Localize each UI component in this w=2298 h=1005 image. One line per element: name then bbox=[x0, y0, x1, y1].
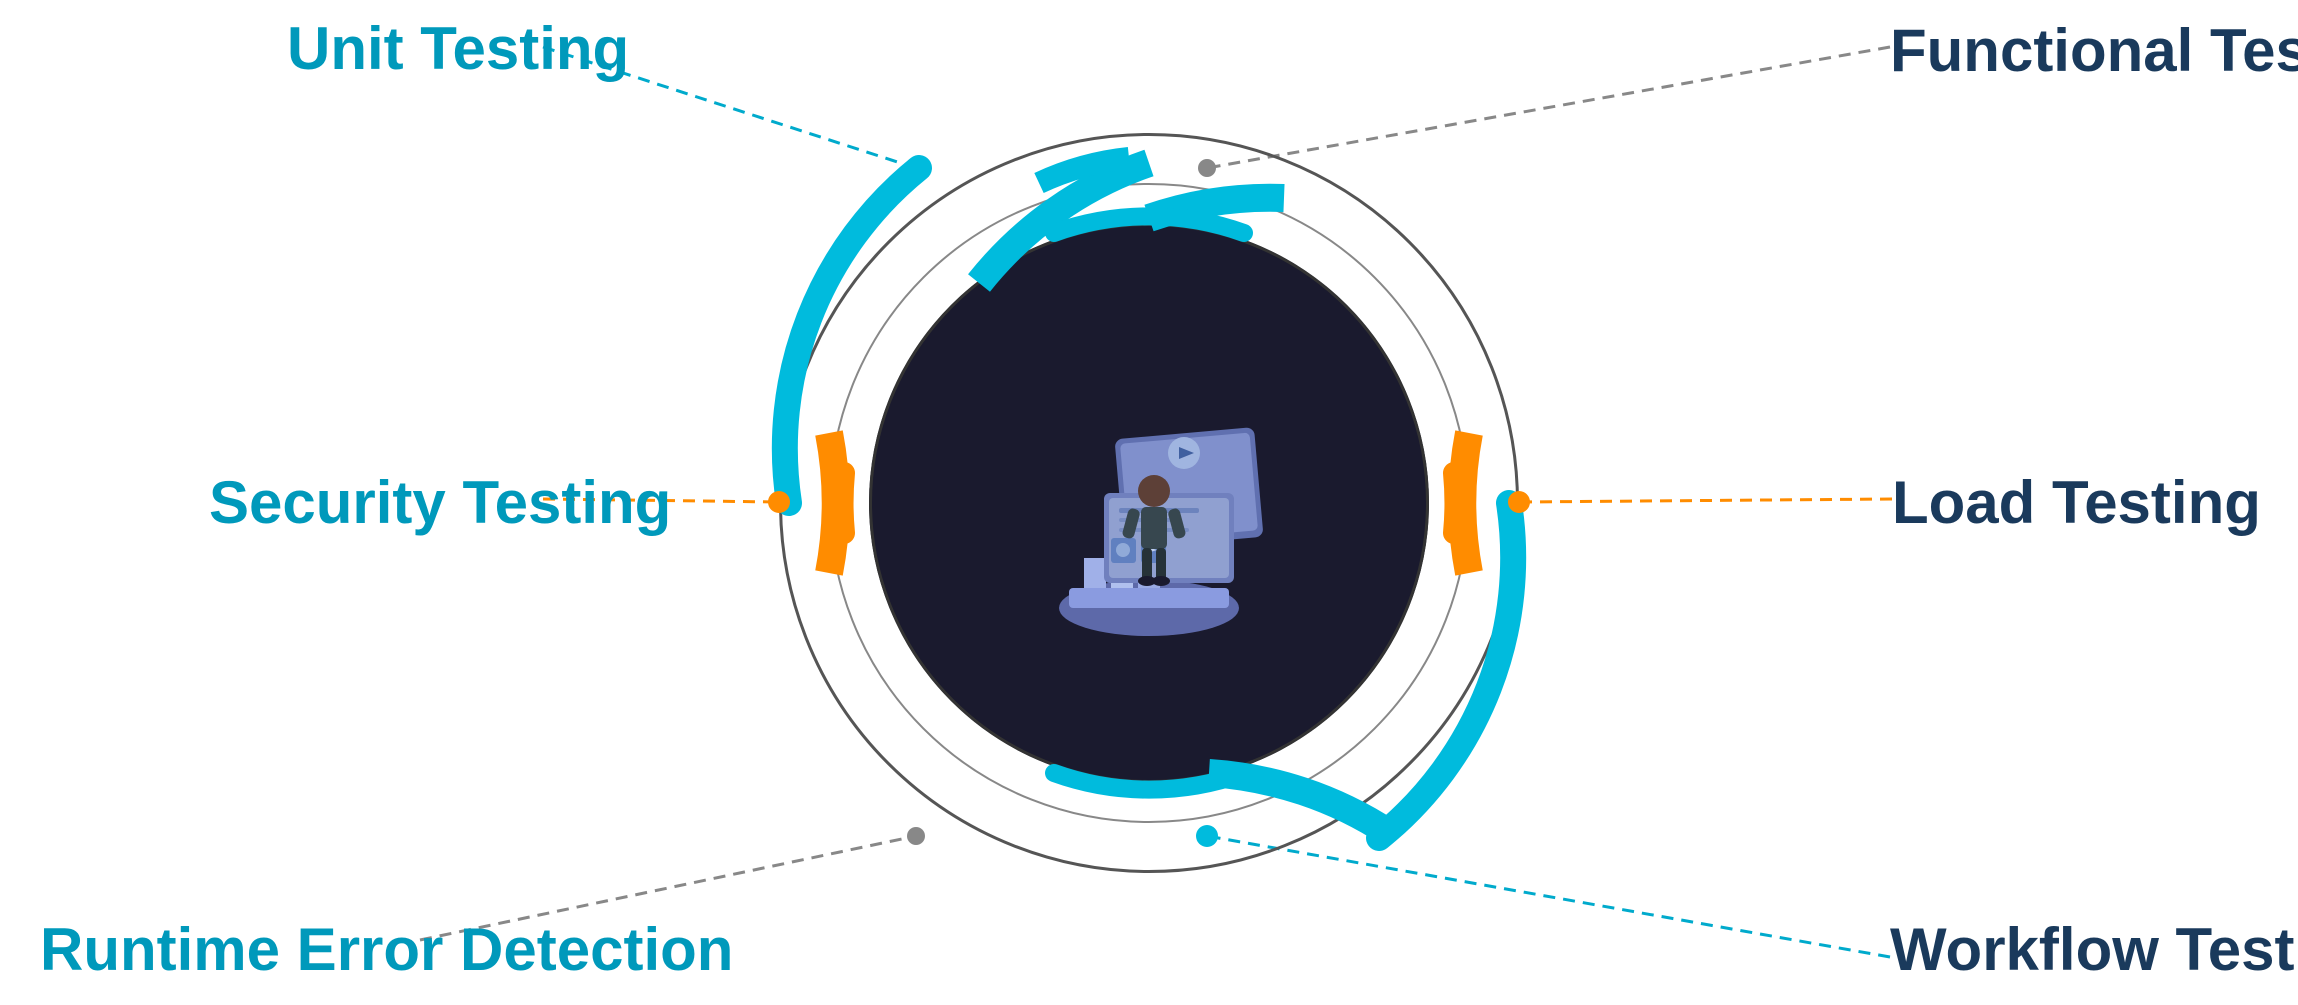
diagram-container: Unit Testing Functional Testing Security… bbox=[0, 0, 2298, 1005]
dot-runtime-error bbox=[907, 827, 925, 845]
dot-workflow-testing bbox=[1196, 825, 1218, 847]
label-functional-testing: Functional Testing bbox=[1890, 16, 2298, 85]
center-illustration bbox=[989, 343, 1309, 663]
label-load-testing: Load Testing bbox=[1892, 468, 2261, 537]
label-unit-testing: Unit Testing bbox=[287, 14, 629, 83]
label-security-testing: Security Testing bbox=[209, 468, 671, 537]
dot-load-testing bbox=[1508, 491, 1530, 513]
dot-security-testing bbox=[768, 491, 790, 513]
dot-functional-testing bbox=[1198, 159, 1216, 177]
label-workflow-testing: Workflow Testing bbox=[1890, 915, 2298, 984]
label-runtime-error: Runtime Error Detection bbox=[40, 915, 733, 984]
dot-unit-testing bbox=[905, 157, 927, 179]
